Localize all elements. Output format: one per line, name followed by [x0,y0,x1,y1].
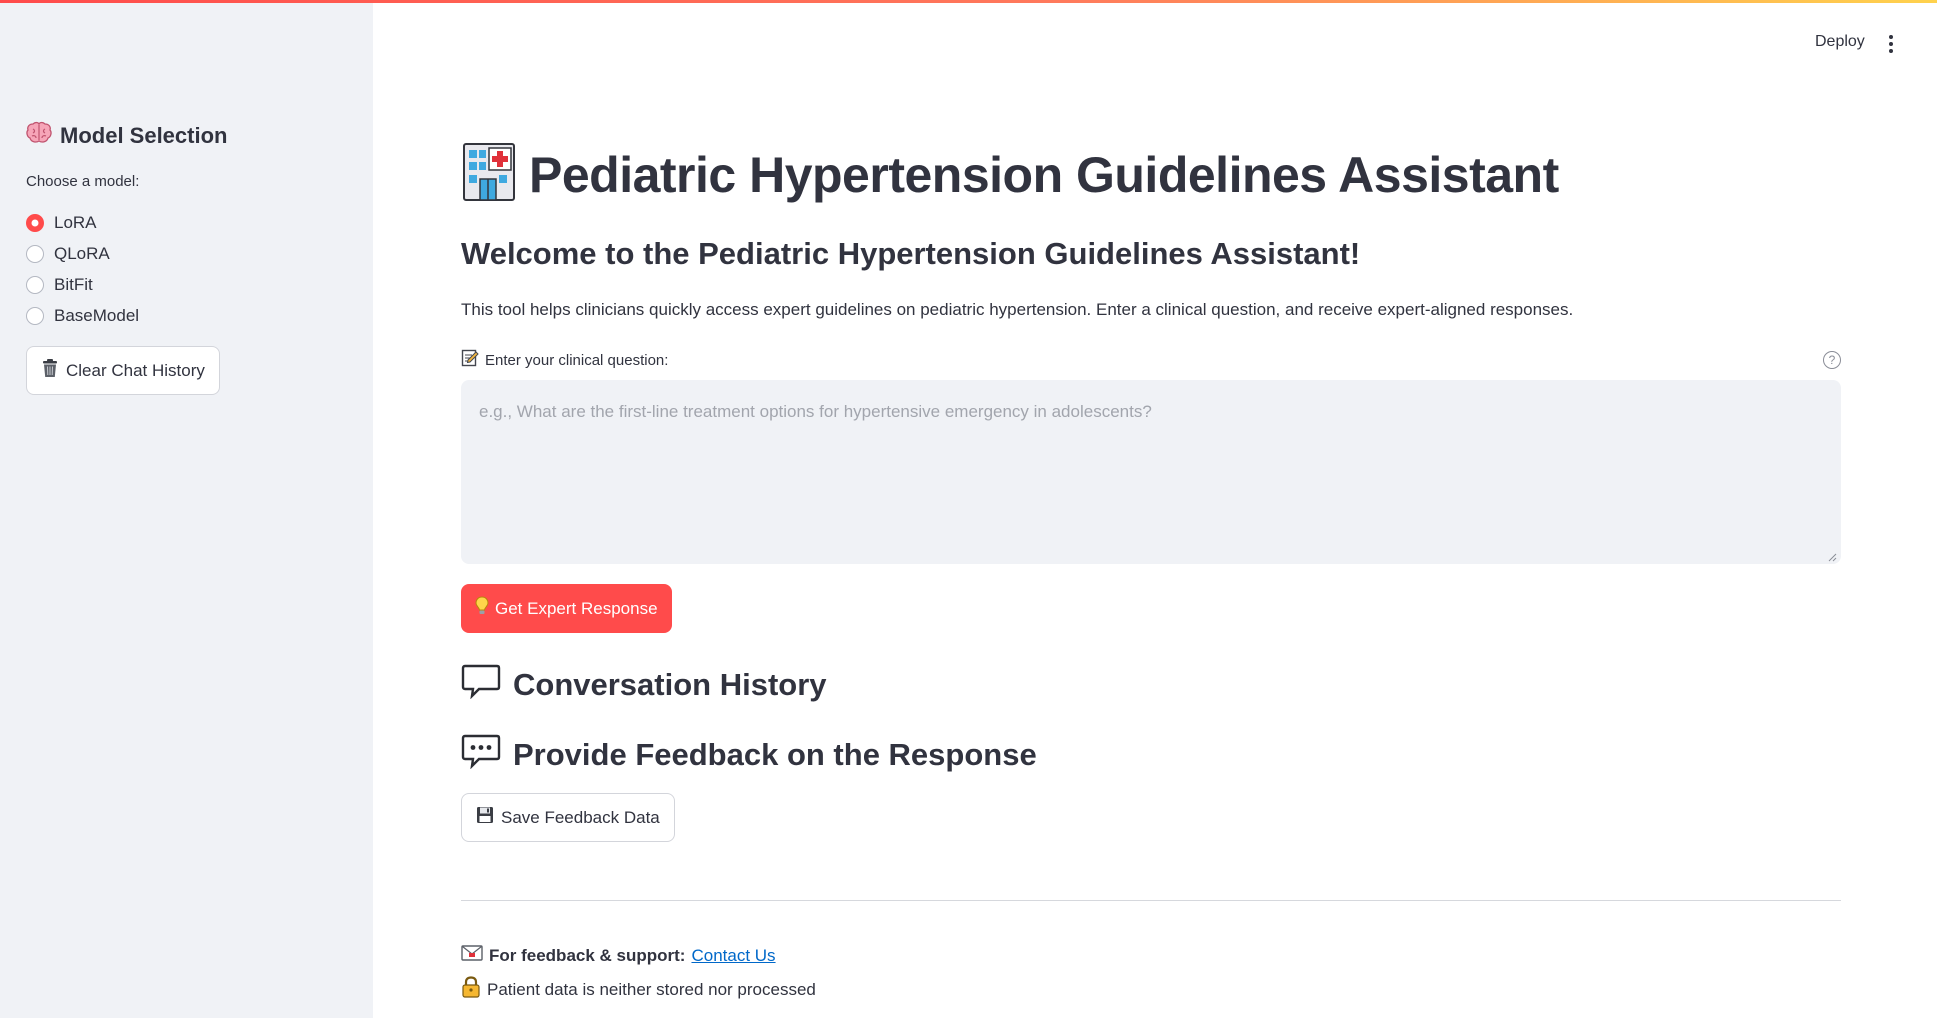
model-radio-group: LoRA QLoRA BitFit BaseModel [26,207,139,331]
radio-button[interactable] [26,306,44,325]
clear-chat-history-button[interactable]: Clear Chat History [26,346,220,395]
footer-divider [461,900,1841,901]
feedback-heading: Provide Feedback on the Response [461,733,1037,777]
sidebar: Model Selection Choose a model: LoRA QLo… [0,3,373,1018]
radio-option-qlora[interactable]: QLoRA [26,238,139,269]
radio-option-bitfit[interactable]: BitFit [26,269,139,300]
main-menu-icon[interactable] [1886,33,1896,55]
speech-bubble-dots-icon [461,733,501,777]
memo-icon [461,349,479,371]
deploy-button[interactable]: Deploy [1815,33,1865,51]
brain-icon [26,121,52,150]
textarea-resize-handle[interactable] [1827,552,1837,562]
radio-option-lora[interactable]: LoRA [26,207,139,238]
radio-option-basemodel[interactable]: BaseModel [26,300,139,331]
welcome-heading: Welcome to the Pediatric Hypertension Gu… [461,236,1361,271]
privacy-line: Patient data is neither stored nor proce… [461,976,816,1003]
question-label: Enter your clinical question: [461,349,668,371]
question-help-icon[interactable]: ? [1823,351,1841,369]
lightbulb-icon [475,596,489,621]
lock-icon [461,976,481,1003]
floppy-disk-icon [476,806,494,829]
radio-button[interactable] [26,244,44,263]
radio-button[interactable] [26,275,44,294]
radio-option-label: QLoRA [54,243,110,263]
radio-option-label: LoRA [54,212,97,232]
save-feedback-label: Save Feedback Data [501,807,660,827]
sidebar-title: Model Selection [60,122,228,148]
get-expert-response-button[interactable]: Get Expert Response [461,584,672,633]
model-radio-label: Choose a model: [26,173,140,190]
contact-us-link[interactable]: Contact Us [691,946,775,966]
sidebar-header: Model Selection [26,121,227,150]
clinical-question-input[interactable] [461,380,1841,564]
support-line: For feedback & support: Contact Us [461,945,776,966]
get-expert-response-label: Get Expert Response [495,598,658,618]
feedback-title: Provide Feedback on the Response [513,737,1037,772]
envelope-icon [461,945,483,966]
hospital-icon [461,142,517,207]
speech-bubble-icon [461,663,501,707]
trash-icon [41,358,59,383]
question-label-text: Enter your clinical question: [485,351,669,369]
clear-chat-history-label: Clear Chat History [66,360,205,380]
conversation-history-heading: Conversation History [461,663,827,707]
intro-text: This tool helps clinicians quickly acces… [461,300,1574,319]
support-prefix: For feedback & support: [489,945,686,965]
page-title-row: Pediatric Hypertension Guidelines Assist… [461,142,1841,207]
radio-option-label: BitFit [54,274,93,294]
privacy-note: Patient data is neither stored nor proce… [487,979,816,999]
radio-button-selected[interactable] [26,213,44,232]
save-feedback-button[interactable]: Save Feedback Data [461,793,675,842]
conversation-history-title: Conversation History [513,667,827,702]
page-title: Pediatric Hypertension Guidelines Assist… [529,146,1559,203]
radio-option-label: BaseModel [54,305,140,325]
